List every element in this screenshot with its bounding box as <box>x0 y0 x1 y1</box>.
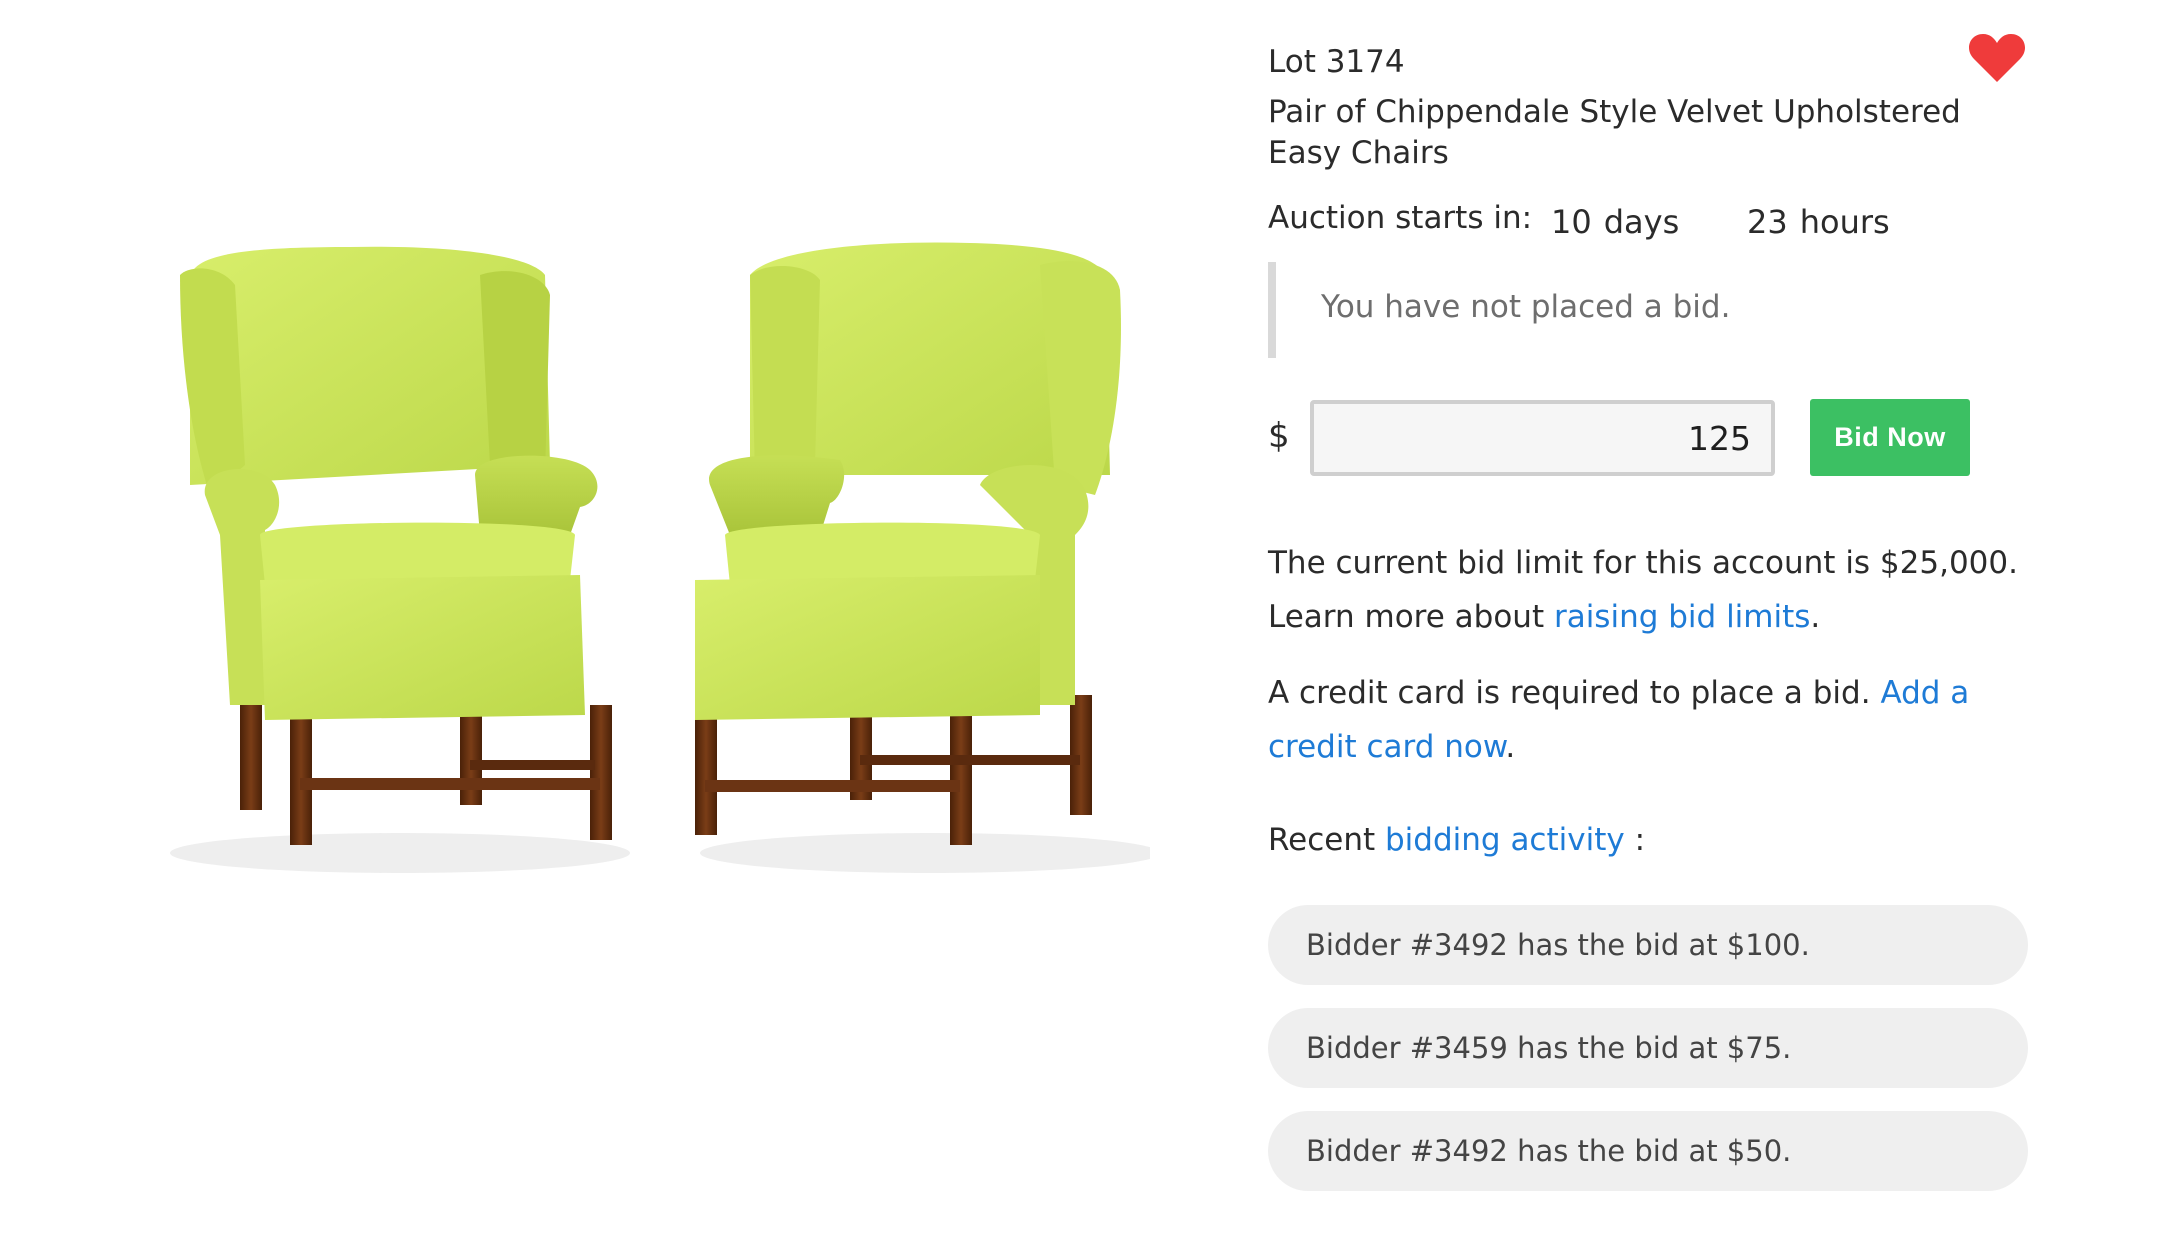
bid-status-message: You have not placed a bid. <box>1321 289 1731 325</box>
activity-item: Bidder #3492 has the bid at $50. <box>1268 1111 2028 1191</box>
activity-item: Bidder #3492 has the bid at $100. <box>1268 905 2028 985</box>
recent-prefix: Recent <box>1268 822 1385 858</box>
recent-activity-heading: Recent bidding activity : <box>1268 813 2038 867</box>
bid-form: $ Bid Now <box>1268 398 2038 478</box>
left-chair <box>180 246 612 845</box>
favorite-heart-icon[interactable] <box>1968 32 2026 84</box>
credit-card-text: A credit card is required to place a bid… <box>1268 675 1881 711</box>
chairs-illustration <box>170 242 1150 873</box>
learn-more-prefix: Learn more about <box>1268 599 1554 635</box>
right-chair <box>695 242 1121 845</box>
countdown-days-unit: days <box>1603 203 1680 241</box>
currency-symbol: $ <box>1268 416 1290 456</box>
countdown-hours-unit: hours <box>1799 203 1890 241</box>
activity-item: Bidder #3459 has the bid at $75. <box>1268 1008 2028 1088</box>
credit-card-suffix: . <box>1505 729 1516 765</box>
raising-bid-limits-link[interactable]: raising bid limits <box>1554 599 1810 635</box>
countdown-days: 10 days <box>1551 198 1691 246</box>
lot-number: Lot 3174 <box>1268 44 1405 80</box>
product-image[interactable] <box>150 235 1150 895</box>
bid-limit-info: The current bid limit for this account i… <box>1268 536 2038 644</box>
bid-status-callout: You have not placed a bid. <box>1268 262 2018 358</box>
learn-more-line: Learn more about raising bid limits. <box>1268 590 2038 644</box>
learn-more-suffix: . <box>1810 599 1821 635</box>
bidding-activity-link[interactable]: bidding activity <box>1385 822 1625 858</box>
bid-amount-input[interactable] <box>1310 400 1775 476</box>
bid-now-button[interactable]: Bid Now <box>1810 399 1970 476</box>
recent-suffix: : <box>1624 822 1646 858</box>
countdown-hours-value: 23 <box>1747 203 1788 241</box>
credit-card-info: A credit card is required to place a bid… <box>1268 666 2038 774</box>
countdown-days-value: 10 <box>1551 203 1592 241</box>
countdown-hours: 23 hours <box>1747 198 1902 246</box>
lot-title: Pair of Chippendale Style Velvet Upholst… <box>1268 94 1961 171</box>
auction-starts-label: Auction starts in: <box>1268 200 1533 236</box>
bid-limit-text: The current bid limit for this account i… <box>1268 545 2018 581</box>
